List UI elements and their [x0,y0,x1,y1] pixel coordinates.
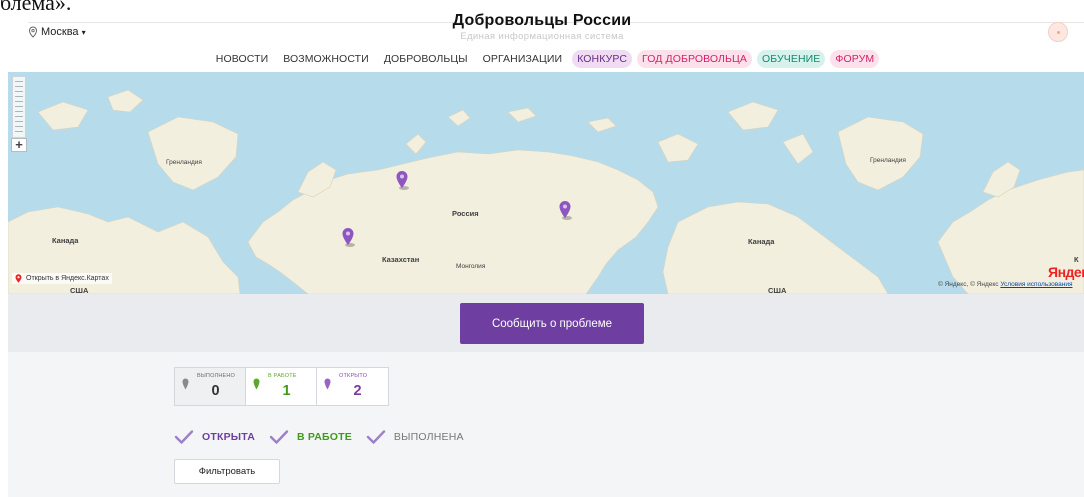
map-label-mongolia: Монголия [456,263,486,270]
open-in-yandex-label: Открыть в Яндекс.Картах [26,275,109,282]
main-nav: НОВОСТИ ВОЗМОЖНОСТИ ДОБРОВОЛЬЦЫ ОРГАНИЗА… [0,49,1084,69]
brand: Добровольцы России Единая информационная… [0,12,1084,42]
nav-item-contest[interactable]: КОНКУРС [572,50,633,68]
map-label-canada: Канада [52,236,79,245]
stat-in-progress-label: В РАБОТЕ [268,373,297,379]
map-label-usa: США [70,286,89,294]
filter-in-progress-label: В РАБОТЕ [297,431,352,443]
report-section: Сообщить о проблеме [8,294,1084,352]
map-pin-icon [342,228,355,247]
map-label-greenland: Гренландия [166,159,202,166]
filter-done-label: ВЫПОЛНЕНА [393,431,464,443]
map-pin-icon [559,201,572,220]
check-icon [366,430,386,444]
check-icon [174,430,194,444]
stat-open-value: 2 [353,383,362,399]
nav-item-forum[interactable]: ФОРУМ [830,50,880,68]
nav-item-volunteer-year[interactable]: ГОД ДОБРОВОЛЬЦА [637,50,752,68]
nav-item-news[interactable]: НОВОСТИ [211,50,273,68]
problem-marker[interactable] [341,227,355,247]
status-counters: ВЫПОЛНЕНО 0 В РАБОТЕ 1 ОТКРЫТО 2 [174,367,389,406]
map-copyright: © Яндекс, © Яндекс Условия использования [938,281,1073,288]
filter-in-progress[interactable]: В РАБОТЕ [269,429,352,445]
nav-item-volunteers[interactable]: ДОБРОВОЛЬЦЫ [379,50,473,68]
stat-open-label: ОТКРЫТО [339,373,368,379]
nav-item-organizations[interactable]: ОРГАНИЗАЦИИ [478,50,568,68]
problem-marker[interactable] [558,200,572,220]
zoom-in-button[interactable]: + [11,138,27,152]
map-label-greenland: Гренландия [870,157,906,164]
user-avatar[interactable] [1048,22,1068,42]
stat-open[interactable]: ОТКРЫТО 2 [317,368,388,405]
map-label-canada: Канада [748,237,775,246]
map-label-kazakhstan: Казахстан [382,255,420,264]
stat-done[interactable]: ВЫПОЛНЕНО 0 [175,368,246,405]
open-in-yandex-link[interactable]: Открыть в Яндекс.Картах [12,273,112,284]
filter-open-label: ОТКРЫТА [202,431,256,443]
filter-open[interactable]: ОТКРЫТА [174,429,255,445]
yandex-logo: Яндекс [1048,264,1084,280]
stat-done-label: ВЫПОЛНЕНО [197,373,236,379]
filter-done[interactable]: ВЫПОЛНЕНА [366,429,464,445]
map-pin-icon [396,171,409,190]
yandex-pin-icon [15,274,22,283]
problems-map[interactable]: + Гренландия Гренландия Россия Казахстан… [8,72,1084,294]
filter-button[interactable]: Фильтровать [174,459,280,484]
stat-done-value: 0 [211,383,220,399]
nav-item-opportunities[interactable]: ВОЗМОЖНОСТИ [278,50,374,68]
map-label-usa: США [768,286,787,294]
stat-in-progress-value: 1 [282,383,291,399]
site-title[interactable]: Добровольцы России [0,12,1084,30]
check-icon [269,430,289,444]
status-filters: ОТКРЫТА В РАБОТЕ ВЫПОЛНЕНА [174,429,478,445]
report-problem-button[interactable]: Сообщить о проблеме [460,303,644,344]
map-label-russia: Россия [452,209,479,218]
map-landmass [8,89,1084,294]
nav-item-education[interactable]: ОБУЧЕНИЕ [756,50,826,68]
site-subtitle: Единая информационная система [460,31,624,42]
problem-marker[interactable] [395,170,409,190]
map-label-edge: К [1074,255,1079,264]
stats-section: ВЫПОЛНЕНО 0 В РАБОТЕ 1 ОТКРЫТО 2 ОТКРЫТА… [8,352,1084,497]
terms-link[interactable]: Условия использования [1000,281,1072,288]
copyright-text: © Яндекс, © Яндекс [938,281,999,288]
site-header: Москва ▾ Добровольцы России Единая инфор… [0,12,1084,48]
stat-in-progress[interactable]: В РАБОТЕ 1 [246,368,317,405]
zoom-slider[interactable] [12,76,26,138]
